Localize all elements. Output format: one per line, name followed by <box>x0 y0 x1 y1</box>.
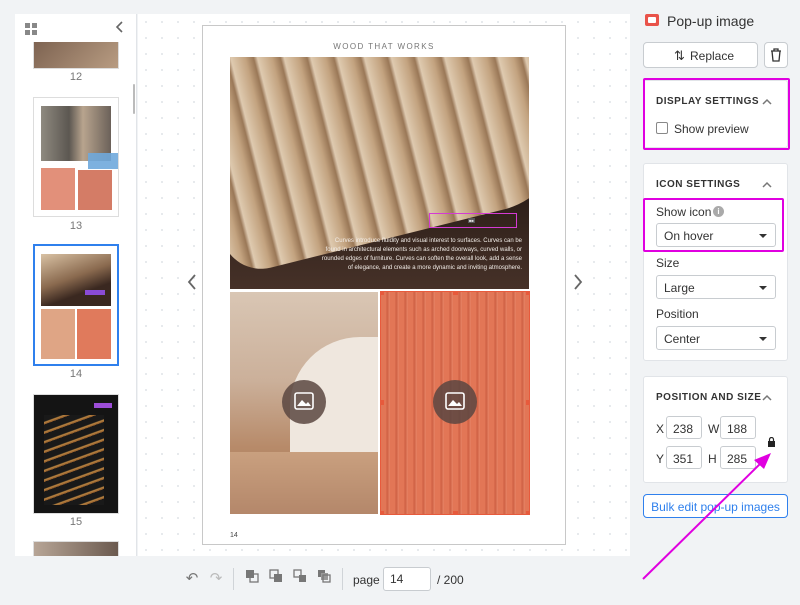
chevron-down-icon <box>759 286 767 290</box>
size-select[interactable]: Large <box>656 275 776 299</box>
y-field[interactable]: 351 <box>666 446 702 469</box>
undo-icon[interactable]: ↶ <box>182 569 202 589</box>
position-select[interactable]: Center <box>656 326 776 350</box>
x-label: X <box>656 422 665 436</box>
next-page-icon[interactable] <box>568 272 588 298</box>
send-back-icon[interactable] <box>266 569 286 589</box>
position-value: Center <box>664 332 701 346</box>
page-thumbnail-15[interactable] <box>33 394 119 514</box>
selected-popup-image[interactable] <box>380 291 530 515</box>
thumbnail-label-12: 12 <box>69 71 83 83</box>
interior-image[interactable] <box>230 292 378 514</box>
prev-page-icon[interactable] <box>182 272 202 298</box>
resize-handle[interactable] <box>453 292 458 295</box>
page-label: page <box>353 573 380 587</box>
magazine-page: WOOD THAT WORKS ■■ Curves introduce flui… <box>202 25 566 545</box>
position-size-card: POSITION AND SIZE X 238 W 188 Y 351 H 28… <box>643 376 788 483</box>
page-thumbnail-13[interactable] <box>33 97 119 217</box>
icon-settings-title: ICON SETTINGS <box>656 179 741 190</box>
send-backward-icon[interactable] <box>314 569 334 589</box>
sidebar-scrollbar[interactable] <box>133 84 135 114</box>
show-icon-value: On hover <box>664 229 714 243</box>
sidebar-header <box>15 14 136 42</box>
display-settings-card: DISPLAY SETTINGS Show preview <box>643 80 788 148</box>
popup-image-icon[interactable] <box>433 380 477 424</box>
size-label: Size <box>656 256 680 270</box>
editor-canvas: WOOD THAT WORKS ■■ Curves introduce flui… <box>138 14 630 556</box>
hotspot-area[interactable]: ■■ <box>429 213 517 228</box>
resize-handle[interactable] <box>381 511 384 514</box>
chevron-up-icon[interactable] <box>761 96 773 108</box>
thumbnail-sidebar: 12 13 14 15 <box>15 14 137 556</box>
x-field[interactable]: 238 <box>666 416 702 439</box>
resize-handle[interactable] <box>381 400 384 405</box>
chevron-down-icon <box>759 234 767 238</box>
replace-button[interactable]: ⇅ Replace <box>643 42 758 68</box>
resize-handle[interactable] <box>526 400 529 405</box>
floor-graphic <box>230 452 378 514</box>
swap-icon: ⇅ <box>674 48 685 63</box>
popup-image-icon[interactable] <box>282 380 326 424</box>
properties-panel: Pop-up image ⇅ Replace DISPLAY SETTINGS … <box>643 0 800 605</box>
bulk-edit-button[interactable]: Bulk edit pop-up images <box>643 494 788 518</box>
size-value: Large <box>664 281 695 295</box>
replace-label: Replace <box>690 49 735 63</box>
lock-icon[interactable] <box>767 437 776 447</box>
page-thumbnail-16[interactable] <box>33 541 119 556</box>
resize-handle[interactable] <box>526 292 529 295</box>
h-label: H <box>708 452 717 466</box>
show-preview-checkbox[interactable] <box>656 122 668 134</box>
bottom-toolbar: ↶ ↷ page / 200 <box>180 566 480 592</box>
show-icon-select[interactable]: On hover <box>656 223 776 247</box>
show-preview-label: Show preview <box>674 122 749 136</box>
position-size-title: POSITION AND SIZE <box>656 392 762 403</box>
delete-button[interactable] <box>764 42 788 68</box>
bring-forward-icon[interactable] <box>290 569 310 589</box>
icon-settings-card: ICON SETTINGS Show icon i On hover Size … <box>643 163 788 361</box>
w-label: W <box>708 422 720 436</box>
thumbnail-label-15: 15 <box>69 516 83 528</box>
bring-front-icon[interactable] <box>242 569 262 589</box>
width-field[interactable]: 188 <box>720 416 756 439</box>
redo-icon[interactable]: ↷ <box>206 569 226 589</box>
toolbar-divider <box>342 568 343 590</box>
hero-caption: Curves introduce fluidity and visual int… <box>321 238 522 271</box>
total-pages: / 200 <box>437 573 464 587</box>
hero-image[interactable]: ■■ Curves introduce fluidity and visual … <box>230 57 529 289</box>
info-icon[interactable]: i <box>713 206 724 217</box>
y-label: Y <box>656 452 665 466</box>
resize-handle[interactable] <box>526 511 529 514</box>
panel-title-text: Pop-up image <box>667 13 755 29</box>
position-label: Position <box>656 307 699 321</box>
show-icon-label: Show icon <box>656 205 712 219</box>
page-number-input[interactable] <box>383 567 431 591</box>
resize-handle[interactable] <box>381 292 384 295</box>
popup-image-icon <box>645 14 659 26</box>
chevron-up-icon[interactable] <box>761 392 773 404</box>
display-settings-title: DISPLAY SETTINGS <box>656 96 760 107</box>
collapse-sidebar-icon[interactable] <box>115 20 129 36</box>
page-number: 14 <box>230 532 238 539</box>
page-heading: WOOD THAT WORKS <box>333 42 435 51</box>
grid-icon[interactable] <box>25 23 37 35</box>
chevron-up-icon[interactable] <box>761 179 773 191</box>
chevron-down-icon <box>759 337 767 341</box>
thumbnail-label-14: 14 <box>69 368 83 380</box>
trash-icon <box>771 48 781 62</box>
height-field[interactable]: 285 <box>720 446 756 469</box>
bulk-edit-label: Bulk edit pop-up images <box>651 500 780 514</box>
toolbar-divider <box>233 568 234 590</box>
resize-handle[interactable] <box>453 511 458 514</box>
thumbnail-label-13: 13 <box>69 220 83 232</box>
page-thumbnail-14[interactable] <box>33 244 119 366</box>
